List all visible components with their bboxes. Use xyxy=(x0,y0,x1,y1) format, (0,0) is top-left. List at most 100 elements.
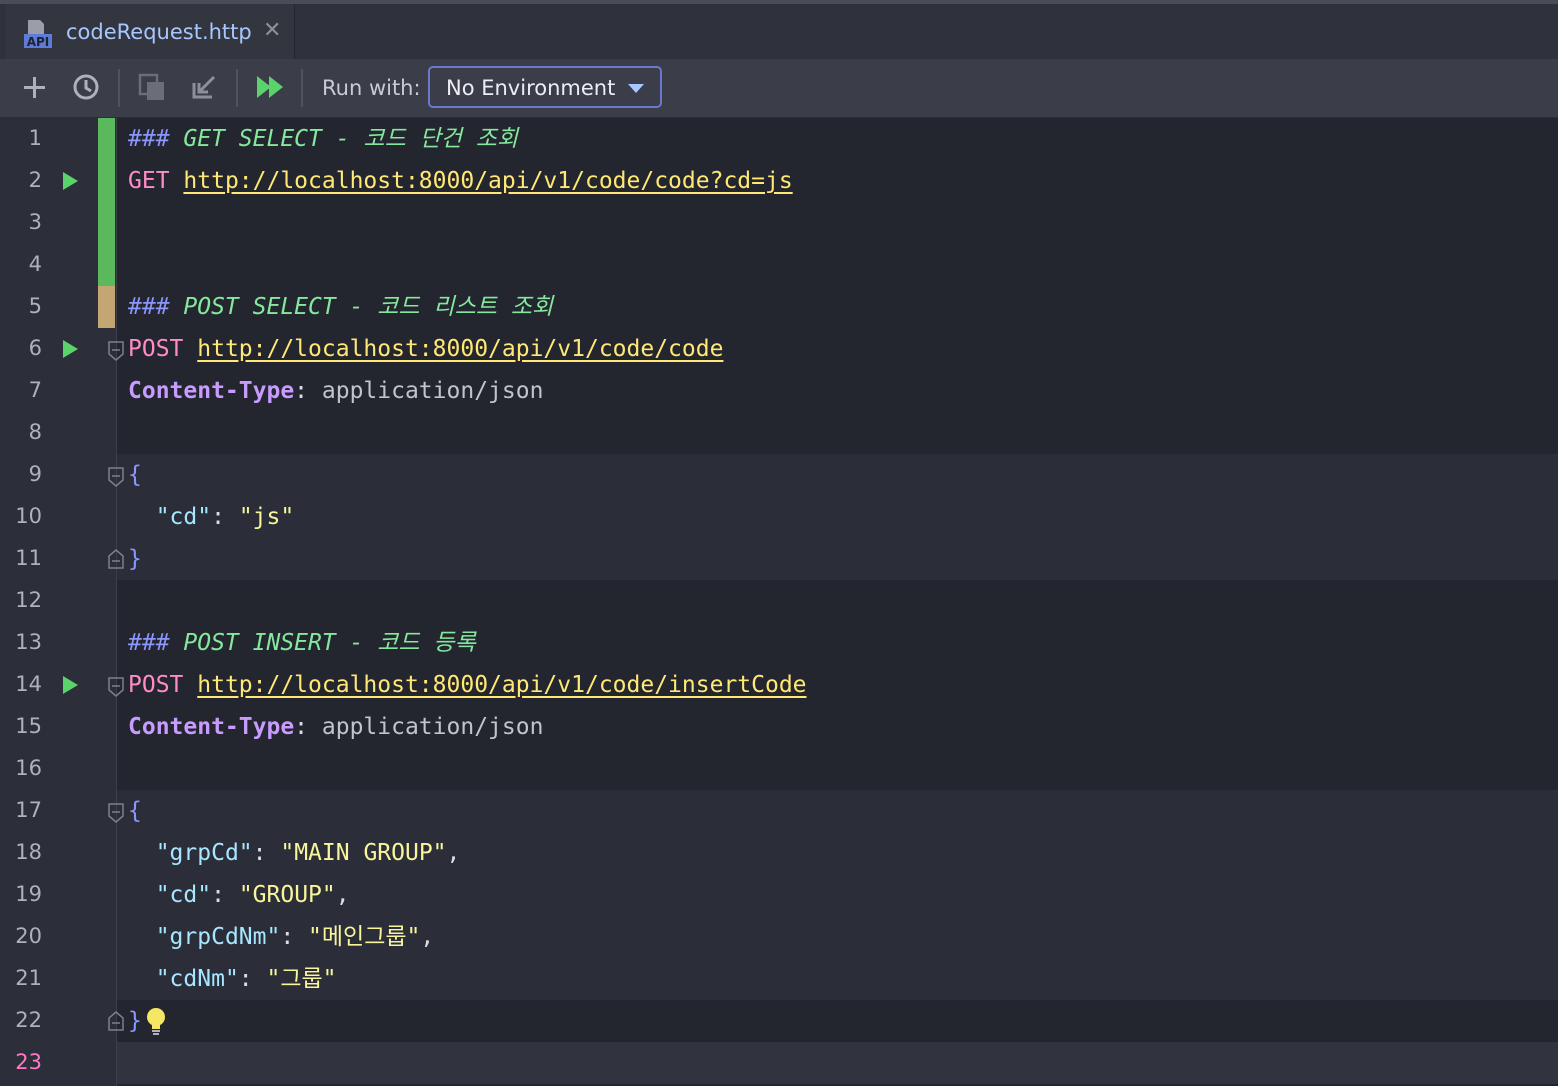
request-comment: POST INSERT - 코드 등록 xyxy=(169,630,476,656)
api-file-icon: API xyxy=(24,20,52,49)
add-icon[interactable] xyxy=(18,71,50,103)
json-body-highlight xyxy=(117,454,1558,580)
line-number[interactable]: 22 xyxy=(0,1008,42,1032)
code-line[interactable]: } xyxy=(128,538,142,580)
fold-close-icon[interactable] xyxy=(107,1010,125,1032)
code-line[interactable]: } xyxy=(128,1000,142,1042)
http-method: POST xyxy=(128,672,184,698)
json-brace: } xyxy=(128,546,142,572)
code-line[interactable]: Content-Type: application/json xyxy=(128,370,543,412)
copy-icon[interactable] xyxy=(136,71,168,103)
code-editor[interactable]: 1 2 3 4 5 6 7 8 9 10 11 12 13 14 15 16 17 18 19 20 21 22 23 ##… xyxy=(0,118,1558,1086)
line-number[interactable]: 12 xyxy=(0,588,42,612)
line-number[interactable]: 14 xyxy=(0,672,42,696)
run-request-icon[interactable] xyxy=(63,340,78,358)
code-line[interactable]: { xyxy=(128,790,142,832)
lightbulb-icon[interactable] xyxy=(143,1006,169,1036)
json-key: "grpCd" xyxy=(155,840,253,866)
header-name: Content-Type xyxy=(128,378,295,404)
vcs-added-marker[interactable] xyxy=(98,118,115,286)
http-method: POST xyxy=(128,336,184,362)
fold-open-icon[interactable] xyxy=(107,340,125,362)
json-value: "js" xyxy=(238,504,295,530)
comment-marker: ### xyxy=(128,630,170,656)
history-icon[interactable] xyxy=(70,71,102,103)
run-with-label: Run with: xyxy=(322,76,421,100)
code-line[interactable]: ### POST SELECT - 코드 리스트 조회 xyxy=(128,286,553,328)
line-number[interactable]: 7 xyxy=(0,378,42,402)
json-value: "메인그룹" xyxy=(308,924,421,950)
json-key: "cd" xyxy=(155,882,212,908)
toolbar-separator xyxy=(236,69,238,107)
request-url-link[interactable]: http://localhost:8000/api/v1/code/insert… xyxy=(197,672,806,698)
request-url-link[interactable]: http://localhost:8000/api/v1/code/code?c… xyxy=(183,168,792,194)
line-number[interactable]: 6 xyxy=(0,336,42,360)
code-line[interactable]: "cd": "GROUP", xyxy=(128,874,350,916)
line-number[interactable]: 3 xyxy=(0,210,42,234)
comment-marker: ### xyxy=(128,126,170,152)
json-key: "cd" xyxy=(155,504,212,530)
code-line[interactable]: "grpCdNm": "메인그룹", xyxy=(128,916,435,958)
vcs-modified-marker[interactable] xyxy=(98,286,115,328)
line-number[interactable]: 15 xyxy=(0,714,42,738)
run-request-icon[interactable] xyxy=(63,172,78,190)
json-brace: } xyxy=(128,1008,142,1034)
code-line[interactable]: "cd": "js" xyxy=(128,496,295,538)
code-line[interactable]: { xyxy=(128,454,142,496)
fold-close-icon[interactable] xyxy=(107,548,125,570)
line-number[interactable]: 18 xyxy=(0,840,42,864)
fold-open-icon[interactable] xyxy=(107,802,125,824)
code-line[interactable]: "grpCd": "MAIN GROUP", xyxy=(128,832,461,874)
line-number[interactable]: 20 xyxy=(0,924,42,948)
close-icon[interactable]: ✕ xyxy=(263,20,281,42)
http-client-toolbar: Run with: No Environment xyxy=(0,59,1558,118)
line-number[interactable]: 11 xyxy=(0,546,42,570)
line-number[interactable]: 21 xyxy=(0,966,42,990)
json-key: "cdNm" xyxy=(155,966,239,992)
toolbar-separator xyxy=(301,69,303,107)
tab-coderequest-http[interactable]: API codeRequest.http ✕ xyxy=(6,4,295,59)
json-key: "grpCdNm" xyxy=(155,924,281,950)
comment-marker: ### xyxy=(128,294,170,320)
environment-select[interactable]: No Environment xyxy=(428,66,662,108)
fold-open-icon[interactable] xyxy=(107,466,125,488)
line-number[interactable]: 2 xyxy=(0,168,42,192)
line-number[interactable]: 5 xyxy=(0,294,42,318)
line-number[interactable]: 13 xyxy=(0,630,42,654)
editor-tab-bar: API codeRequest.http ✕ xyxy=(0,0,1558,64)
header-value: application/json xyxy=(308,714,544,740)
code-line[interactable]: GET http://localhost:8000/api/v1/code/co… xyxy=(128,160,793,202)
code-line[interactable]: Content-Type: application/json xyxy=(128,706,543,748)
http-method: GET xyxy=(128,168,170,194)
code-line[interactable]: ### GET SELECT - 코드 단건 조회 xyxy=(128,118,518,160)
chevron-down-icon xyxy=(628,84,644,93)
line-number[interactable]: 1 xyxy=(0,126,42,150)
line-number[interactable]: 9 xyxy=(0,462,42,486)
line-number[interactable]: 23 xyxy=(0,1050,42,1074)
request-comment: POST SELECT - 코드 리스트 조회 xyxy=(169,294,554,320)
json-value: "그룹" xyxy=(266,966,337,992)
run-request-icon[interactable] xyxy=(63,676,78,694)
code-line[interactable]: ### POST INSERT - 코드 등록 xyxy=(128,622,476,664)
line-number[interactable]: 10 xyxy=(0,504,42,528)
line-number[interactable]: 19 xyxy=(0,882,42,906)
code-line[interactable]: POST http://localhost:8000/api/v1/code/i… xyxy=(128,664,807,706)
line-number[interactable]: 4 xyxy=(0,252,42,276)
line-number[interactable]: 17 xyxy=(0,798,42,822)
request-url-link[interactable]: http://localhost:8000/api/v1/code/code xyxy=(197,336,723,362)
svg-text:API: API xyxy=(27,35,50,49)
code-line[interactable]: "cdNm": "그룹" xyxy=(128,958,337,1000)
toolbar-separator xyxy=(118,69,120,107)
code-line[interactable]: POST http://localhost:8000/api/v1/code/c… xyxy=(128,328,723,370)
environment-value: No Environment xyxy=(446,76,616,100)
line-number[interactable]: 8 xyxy=(0,420,42,444)
request-comment: GET SELECT - 코드 단건 조회 xyxy=(169,126,519,152)
tab-label: codeRequest.http xyxy=(66,20,252,44)
json-brace: { xyxy=(128,462,142,488)
json-value: "MAIN GROUP" xyxy=(280,840,447,866)
line-number[interactable]: 16 xyxy=(0,756,42,780)
fold-open-icon[interactable] xyxy=(107,676,125,698)
import-icon[interactable] xyxy=(188,71,220,103)
header-value: application/json xyxy=(308,378,544,404)
run-all-icon[interactable] xyxy=(254,71,286,103)
